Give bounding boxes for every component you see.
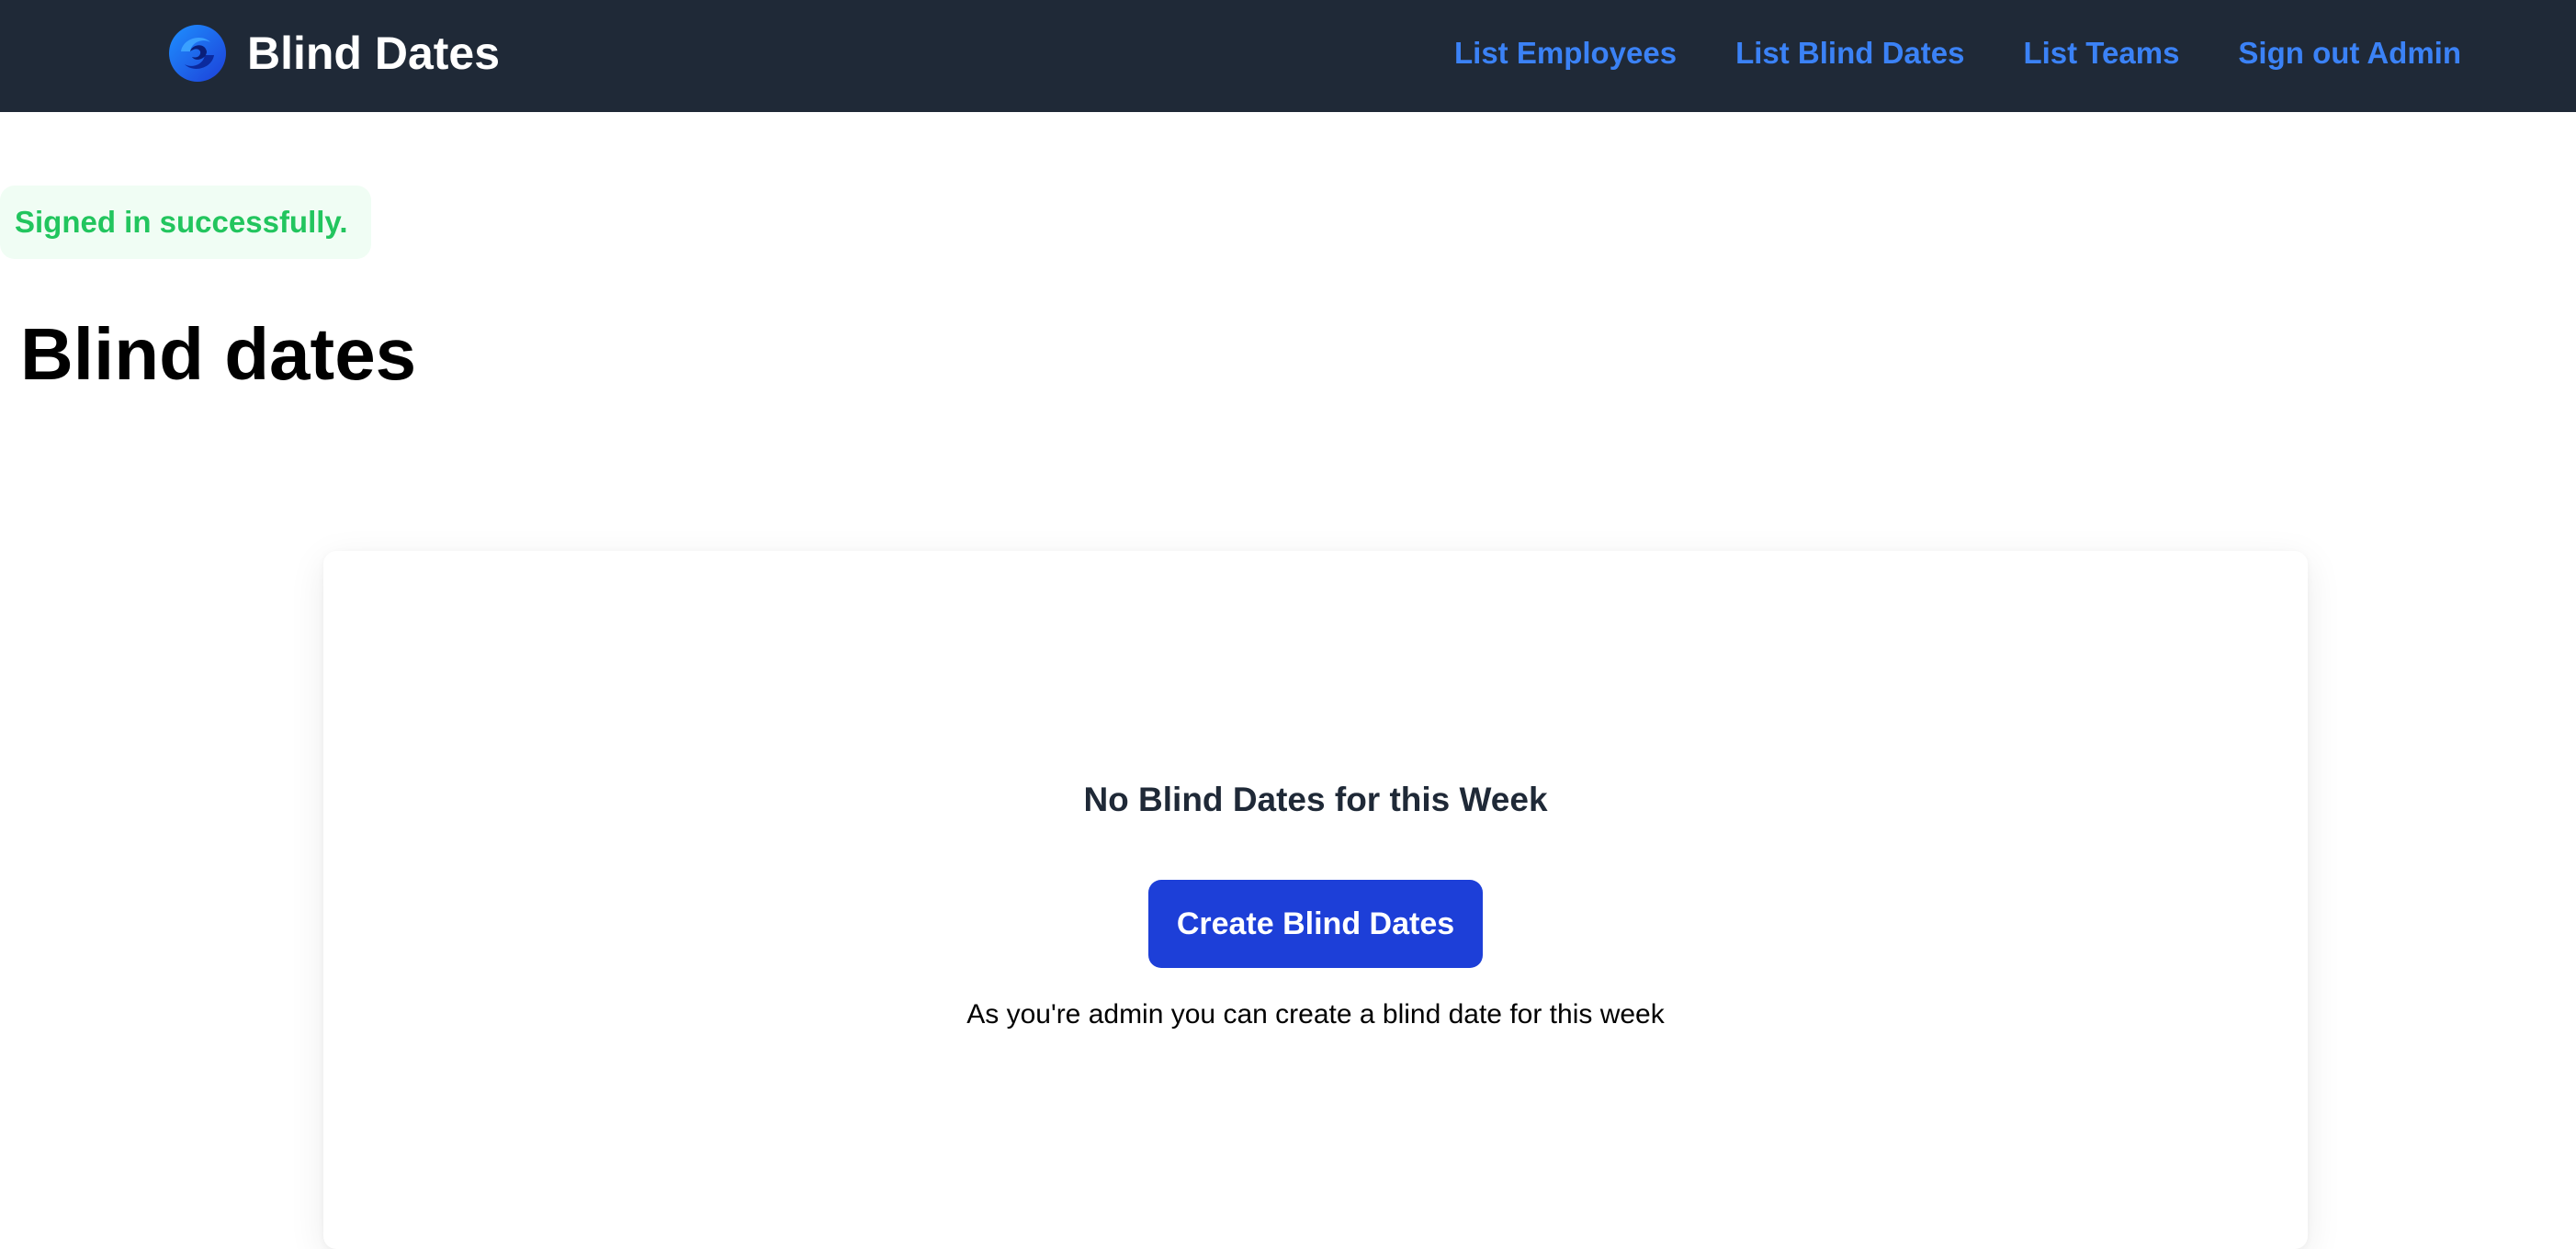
admin-note: As you're admin you can create a blind d… [966,999,1665,1030]
brand-home-link[interactable]: Blind Dates [168,24,500,83]
nav-list-teams-link[interactable]: List Teams [2023,36,2179,71]
brand-name: Blind Dates [247,28,501,79]
empty-state-heading: No Blind Dates for this Week [1083,781,1548,818]
nav-list-blind-dates-link[interactable]: List Blind Dates [1735,36,1964,71]
top-navbar: Blind Dates List Employees List Blind Da… [0,0,2576,112]
nav-sign-out-link[interactable]: Sign out Admin [2238,36,2461,71]
empty-state-card: No Blind Dates for this Week Create Blin… [323,551,2308,1249]
main-nav: List Employees List Blind Dates List Tea… [1454,0,2461,107]
swirl-logo-icon [169,25,226,82]
create-blind-dates-button[interactable]: Create Blind Dates [1148,880,1483,968]
nav-list-employees-link[interactable]: List Employees [1454,36,1677,71]
flash-success-message: Signed in successfully. [0,186,371,259]
page-title: Blind dates [20,313,417,395]
